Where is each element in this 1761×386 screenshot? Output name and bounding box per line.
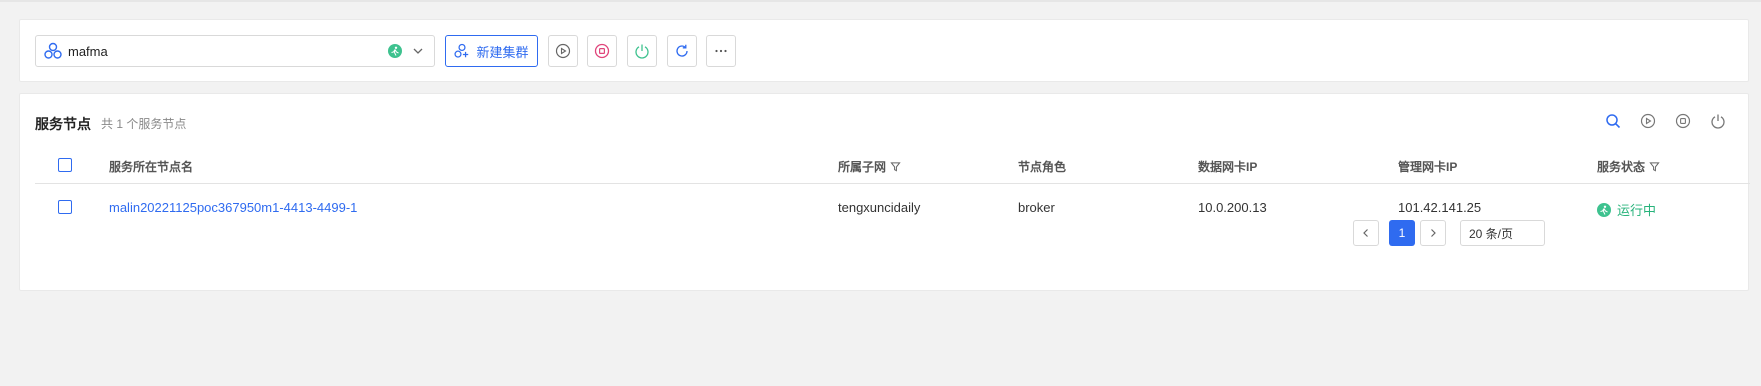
page-1-button[interactable]: 1 xyxy=(1389,220,1415,246)
col-status: 服务状态 xyxy=(1597,158,1660,175)
refresh-button[interactable] xyxy=(667,35,697,67)
select-all-checkbox[interactable] xyxy=(58,158,72,172)
cluster-select[interactable]: mafma xyxy=(35,35,435,67)
stop-icon[interactable] xyxy=(1674,112,1692,130)
stop-button[interactable] xyxy=(587,35,617,67)
filter-icon[interactable] xyxy=(890,161,901,172)
status-label: 运行中 xyxy=(1617,203,1657,218)
cluster-icon xyxy=(44,42,62,60)
service-nodes-panel: 服务节点 共 1 个服务节点 服务所在节点名 所属子网 节点角色 数据网卡IP … xyxy=(19,93,1750,291)
power-icon xyxy=(635,44,649,59)
running-icon xyxy=(388,44,402,58)
subnet-cell: tengxuncidaily xyxy=(838,200,921,215)
prev-page-button[interactable] xyxy=(1353,220,1379,246)
running-icon xyxy=(1597,202,1611,217)
col-mgmt-nic-ip: 管理网卡IP xyxy=(1398,160,1458,174)
col-data-nic-ip: 数据网卡IP xyxy=(1198,160,1258,174)
new-cluster-label: 新建集群 xyxy=(476,44,529,60)
row-checkbox[interactable] xyxy=(58,200,72,214)
more-icon xyxy=(715,49,727,53)
next-page-button[interactable] xyxy=(1420,220,1446,246)
col-role: 节点角色 xyxy=(1018,160,1067,174)
top-divider xyxy=(0,0,1761,2)
filter-icon[interactable] xyxy=(1649,161,1660,172)
col-status-label: 服务状态 xyxy=(1597,160,1646,174)
power-icon[interactable] xyxy=(1709,112,1727,130)
new-cluster-button[interactable]: 新建集群 xyxy=(445,35,538,67)
start-icon xyxy=(555,43,571,59)
chevron-right-icon xyxy=(1431,229,1436,237)
col-subnet-label: 所属子网 xyxy=(838,160,887,174)
add-cluster-icon xyxy=(454,43,469,58)
cluster-toolbar: mafma 新建集群 xyxy=(19,19,1749,82)
role-cell: broker xyxy=(1018,200,1055,215)
col-subnet: 所属子网 xyxy=(838,158,901,175)
cluster-name: mafma xyxy=(68,43,108,59)
page-size-select[interactable]: 20 条/页 xyxy=(1460,220,1545,246)
status-cell: 运行中 xyxy=(1597,200,1656,219)
start-button[interactable] xyxy=(548,35,578,67)
data-nic-ip-cell: 10.0.200.13 xyxy=(1198,200,1267,215)
search-icon[interactable] xyxy=(1604,112,1622,130)
section-title: 服务节点 xyxy=(35,116,91,132)
table-header: 服务所在节点名 所属子网 节点角色 数据网卡IP 管理网卡IP 服务状态 xyxy=(35,146,1750,184)
more-button[interactable] xyxy=(706,35,736,67)
mgmt-nic-ip-cell: 101.42.141.25 xyxy=(1398,200,1482,215)
node-name-link[interactable]: malin20221125poc367950m1-4413-4499-1 xyxy=(109,200,357,215)
col-node-name: 服务所在节点名 xyxy=(109,160,194,174)
power-button[interactable] xyxy=(627,35,657,67)
chevron-down-icon xyxy=(412,45,424,57)
refresh-icon xyxy=(676,44,688,57)
stop-icon xyxy=(594,43,610,59)
node-count: 共 1 个服务节点 xyxy=(101,117,187,131)
start-icon[interactable] xyxy=(1639,112,1657,130)
chevron-left-icon xyxy=(1363,229,1368,237)
